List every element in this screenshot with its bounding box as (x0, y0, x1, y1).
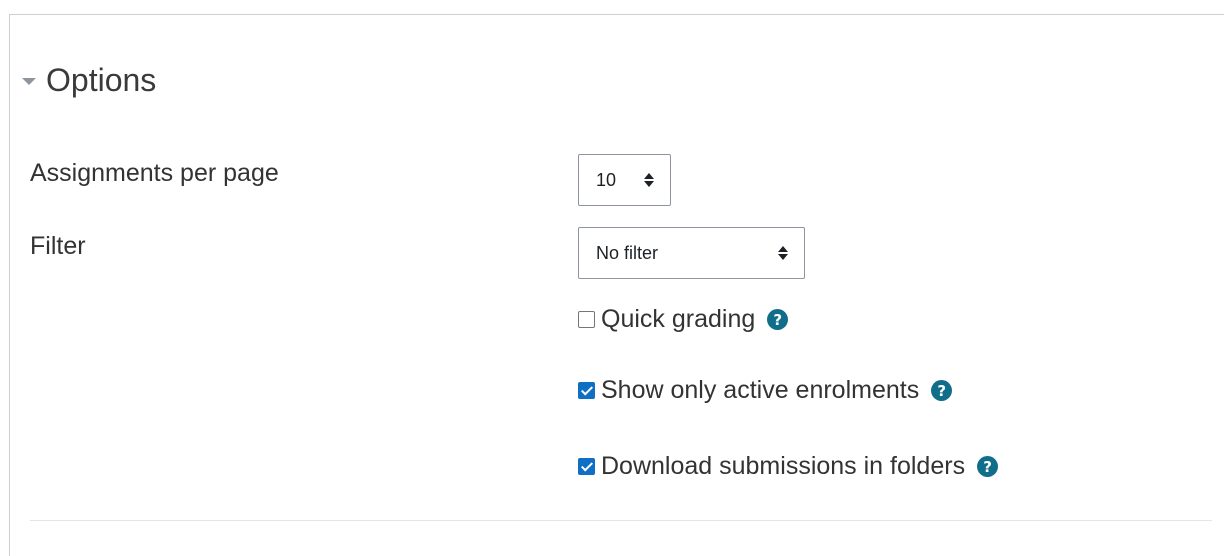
section-divider (30, 520, 1212, 521)
assignments-per-page-label: Assignments per page (30, 159, 279, 187)
options-section-toggle[interactable]: Options (22, 62, 156, 99)
filter-label: Filter (30, 232, 86, 260)
quick-grading-label[interactable]: Quick grading (601, 305, 755, 334)
quick-grading-checkbox[interactable] (578, 311, 595, 328)
download-in-folders-row: Download submissions in folders ? (578, 452, 999, 481)
sort-arrows-icon (778, 246, 788, 260)
assignments-per-page-select[interactable]: 10 (578, 154, 671, 206)
sort-arrows-icon (644, 173, 654, 187)
show-active-enrolments-checkbox[interactable] (578, 382, 595, 399)
download-in-folders-checkbox[interactable] (578, 458, 595, 475)
show-active-enrolments-row: Show only active enrolments ? (578, 376, 953, 405)
assignments-per-page-value: 10 (596, 169, 617, 190)
show-active-enrolments-label[interactable]: Show only active enrolments (601, 376, 919, 405)
help-circle-icon[interactable]: ? (767, 309, 789, 330)
quick-grading-row: Quick grading ? (578, 305, 789, 334)
filter-select[interactable]: No filter (578, 227, 805, 279)
help-circle-icon[interactable]: ? (977, 456, 999, 477)
filter-value: No filter (596, 242, 659, 263)
help-circle-icon[interactable]: ? (931, 380, 953, 401)
download-in-folders-label[interactable]: Download submissions in folders (601, 452, 965, 481)
section-title: Options (46, 62, 157, 98)
caret-down-icon (22, 78, 36, 85)
